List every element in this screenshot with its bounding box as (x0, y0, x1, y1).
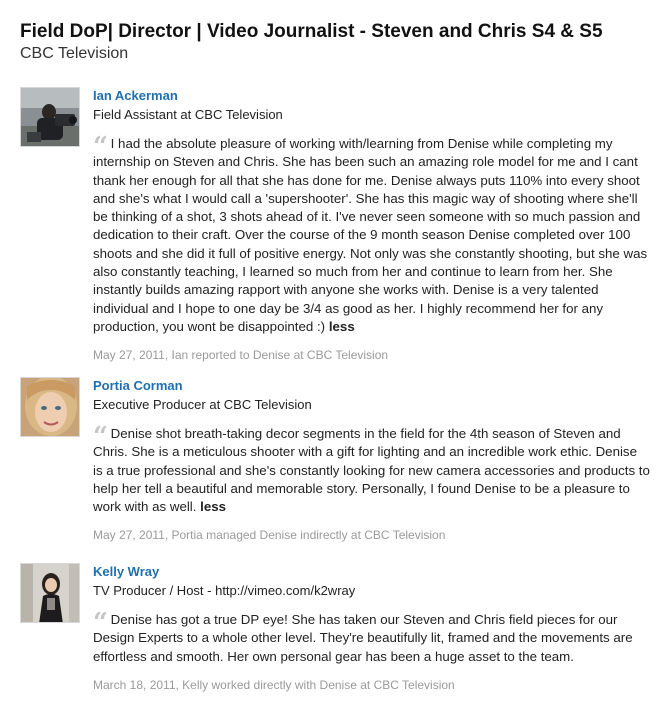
avatar[interactable] (20, 87, 80, 147)
recommendation-body: Ian Ackerman Field Assistant at CBC Tele… (93, 87, 650, 363)
recommendation-meta: March 18, 2011, Kelly worked directly wi… (93, 677, 455, 692)
recommender-name[interactable]: Portia Corman (93, 377, 650, 394)
recommendation-meta: May 27, 2011, Ian reported to Denise at … (93, 348, 389, 363)
quote-icon: “ (93, 422, 108, 452)
recommender-role: TV Producer / Host - http://vimeo.com/k2… (93, 583, 356, 598)
recommendation-body: Kelly Wray TV Producer / Host - http://v… (93, 563, 650, 693)
recommendation-text: Denise has got a true DP eye! She has ta… (93, 612, 633, 664)
position-header: Field DoP| Director | Video Journalist -… (20, 21, 603, 64)
recommendation-text-block: “ I had the absolute pleasure of working… (93, 132, 650, 336)
recommendation-text-block: “ Denise shot breath-taking decor segmen… (93, 422, 650, 516)
recommendation-body: Portia Corman Executive Producer at CBC … (93, 377, 650, 543)
recommendation-text: Denise shot breath-taking decor segments… (93, 426, 650, 515)
recommender-name[interactable]: Kelly Wray (93, 563, 650, 580)
recommendations-page: Field DoP| Director | Video Journalist -… (0, 0, 667, 715)
less-link[interactable]: less (329, 319, 355, 334)
avatar-photo-icon (21, 378, 79, 436)
avatar[interactable] (20, 563, 80, 623)
quote-icon: “ (93, 132, 108, 162)
position-title: Field DoP| Director | Video Journalist -… (20, 21, 603, 42)
recommender-name[interactable]: Ian Ackerman (93, 87, 650, 104)
avatar-photo-icon (21, 88, 79, 146)
less-link[interactable]: less (200, 499, 226, 514)
avatar[interactable] (20, 377, 80, 437)
recommendation-meta: May 27, 2011, Portia managed Denise indi… (93, 528, 446, 543)
quote-icon: “ (93, 608, 108, 638)
recommendation-text: I had the absolute pleasure of working w… (93, 136, 648, 334)
position-company: CBC Television (20, 45, 129, 62)
recommender-role: Field Assistant at CBC Television (93, 107, 283, 122)
recommendation-text-block: “ Denise has got a true DP eye! She has … (93, 608, 650, 666)
recommender-role: Executive Producer at CBC Television (93, 397, 312, 412)
avatar-photo-icon (21, 564, 79, 622)
